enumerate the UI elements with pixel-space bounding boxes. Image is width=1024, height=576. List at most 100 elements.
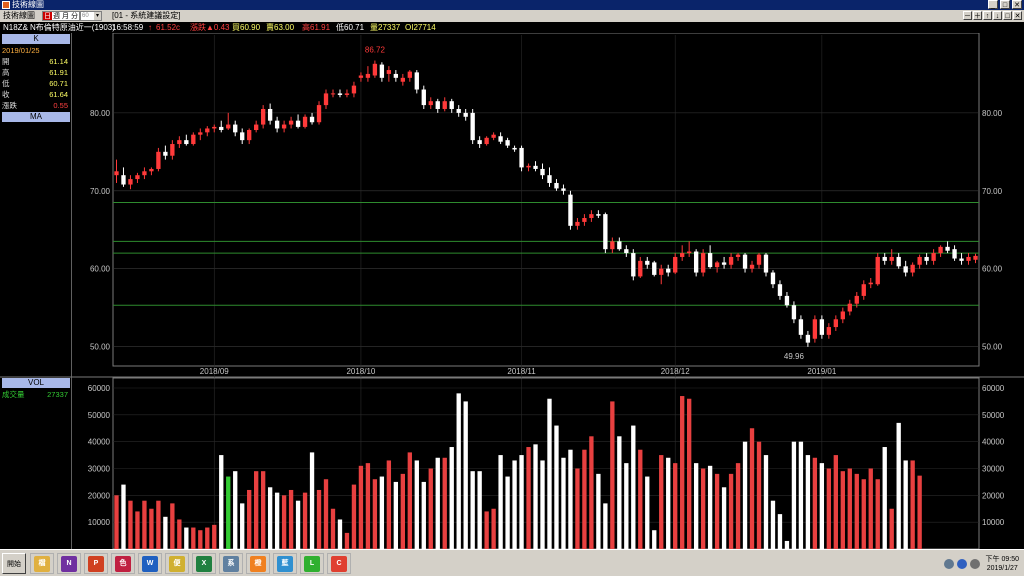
candle[interactable] [673,256,678,273]
candle[interactable] [547,175,552,183]
volume-bar[interactable] [889,508,894,549]
candle[interactable] [889,256,894,261]
scroll-up-button[interactable]: ↑ [983,11,992,20]
period-week[interactable]: 週 [52,12,61,20]
volume-bar[interactable] [526,447,531,549]
candle[interactable] [519,147,524,168]
volume-bar[interactable] [882,447,887,549]
volume-bar[interactable] [128,500,133,549]
candle[interactable] [142,171,147,176]
candle[interactable] [931,253,936,261]
candle[interactable] [205,128,210,133]
period-minute[interactable]: 分 [70,12,79,20]
candle[interactable] [959,258,964,261]
candle[interactable] [910,264,915,273]
volume-bar[interactable] [652,530,657,549]
help-icon[interactable] [956,558,967,569]
candle[interactable] [526,165,531,168]
candle[interactable] [924,256,929,261]
volume-bar[interactable] [854,473,859,549]
volume-bar[interactable] [721,487,727,549]
volume-bar[interactable] [393,481,399,549]
chevron-down-icon[interactable]: ▾ [94,12,101,20]
scroll-down-button[interactable]: ↓ [993,11,1002,20]
volume-bar[interactable] [372,479,378,549]
volume-bar[interactable] [875,479,880,549]
volume-bar[interactable] [407,452,412,549]
volume-bar[interactable] [589,436,594,549]
candle[interactable] [973,255,978,260]
volume-bar[interactable] [274,492,280,549]
candle[interactable] [659,268,664,275]
candle[interactable] [652,262,657,275]
volume-bar[interactable] [267,487,273,549]
candle[interactable] [247,130,252,141]
candle[interactable] [693,251,699,273]
candle[interactable] [854,295,859,304]
volume-bar[interactable] [309,452,315,549]
candle[interactable] [749,264,755,269]
candle[interactable] [323,93,329,106]
period-month[interactable]: 月 [61,12,70,20]
candle[interactable] [428,101,433,106]
volume-bar[interactable] [295,500,301,549]
candle[interactable] [568,194,573,226]
candle[interactable] [826,327,832,335]
volume-bar[interactable] [156,500,161,549]
candle[interactable] [714,262,720,268]
candle[interactable] [407,71,412,78]
candle[interactable] [267,108,273,121]
volume-bar[interactable] [784,540,790,549]
candle[interactable] [798,319,804,335]
candle[interactable] [833,319,838,328]
volume-bar[interactable] [302,492,308,549]
candle[interactable] [463,112,468,117]
volume-bar[interactable] [344,532,350,549]
candle[interactable] [882,256,887,261]
candle[interactable] [184,140,189,145]
volume-bar[interactable] [645,476,650,549]
volume-bar[interactable] [226,476,231,549]
candle[interactable] [638,260,643,277]
candle[interactable] [728,256,734,265]
period-selector[interactable]: 日 週 月 分 [42,11,80,21]
volume-bar[interactable] [540,460,545,549]
candle[interactable] [707,253,713,268]
volume-bar[interactable] [896,422,901,549]
candle[interactable] [784,295,790,306]
candle[interactable] [756,254,762,265]
candle[interactable] [128,179,133,185]
taskbar-app-8[interactable]: 橙 [246,553,270,574]
volume-bar[interactable] [442,457,447,549]
candle[interactable] [442,101,447,109]
candle[interactable] [512,147,517,150]
volume-bar[interactable] [365,463,371,549]
candle[interactable] [603,214,608,250]
volume-bar[interactable] [791,441,797,549]
volume-bar[interactable] [575,468,580,550]
volume-bar[interactable] [337,519,343,549]
volume-bar[interactable] [498,455,503,549]
maximize-button[interactable]: □ [1003,11,1012,20]
candle[interactable] [170,144,175,156]
candle[interactable] [645,260,650,265]
volume-bar[interactable] [288,489,294,549]
candle[interactable] [393,73,399,78]
volume-bar[interactable] [491,508,496,549]
candle[interactable] [505,140,510,146]
interval-combo[interactable]: 60 ▾ [80,11,102,21]
candle[interactable] [847,303,852,312]
volume-bar[interactable] [463,401,468,549]
zoom-out-button[interactable]: － [963,11,972,20]
candle[interactable] [540,168,545,176]
volume-bar[interactable] [903,460,908,549]
taskbar-app-11[interactable]: C [327,553,351,574]
candle[interactable] [491,134,496,138]
candle[interactable] [240,132,245,141]
volume-bar[interactable] [833,455,838,549]
candle[interactable] [421,89,426,106]
volume-bar[interactable] [568,449,573,549]
volume-bar[interactable] [861,479,866,549]
volume-bar[interactable] [603,503,608,549]
candle[interactable] [149,168,154,172]
